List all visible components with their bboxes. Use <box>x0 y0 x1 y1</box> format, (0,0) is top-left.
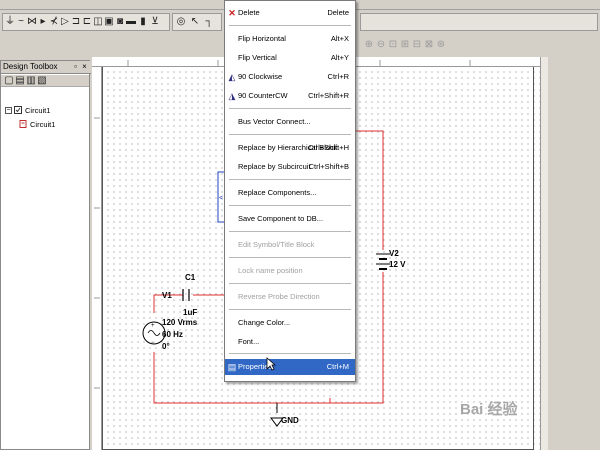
source-tool-icon[interactable]: ~ <box>16 17 26 27</box>
menu-separator <box>229 25 351 26</box>
menu-separator <box>229 231 351 232</box>
menu-separator <box>229 353 351 354</box>
instruments-toolbar-group <box>360 13 598 31</box>
menu-item-delete[interactable]: ✕ Delete Delete <box>225 5 355 21</box>
toolbox-buttons: ▢ ▤ ▥ ▧ <box>1 75 89 87</box>
design-toolbox-title: Design Toolbox <box>3 62 58 71</box>
menu-item-lock-name-position: Lock name position <box>238 266 303 275</box>
ground-tool-icon[interactable]: ⏚ <box>5 17 15 27</box>
rotate-cw-icon: ◭ <box>228 72 236 82</box>
new-icon[interactable]: ▢ <box>4 76 14 86</box>
menu-item-bus-vector-connect[interactable]: Bus Vector Connect... <box>225 114 355 130</box>
menu-item-flip-horizontal[interactable]: Flip Horizontal Alt+X <box>225 31 355 47</box>
menu-separator <box>229 283 351 284</box>
menu-separator <box>229 257 351 258</box>
zoom-fit-icon[interactable]: ⊞ <box>400 40 410 50</box>
tree-root-label: Circuit1 <box>25 106 51 115</box>
circuit-file-icon <box>14 106 22 114</box>
menu-separator <box>229 205 351 206</box>
vertical-scrollbar-area <box>540 57 600 450</box>
menu-item-font[interactable]: Font... <box>225 334 355 350</box>
context-menu: ✕ Delete Delete Flip Horizontal Alt+X Fl… <box>224 0 356 382</box>
rotate-ccw-icon: ◮ <box>228 91 236 101</box>
sheet-icon <box>19 120 27 128</box>
misc-tool-icon[interactable]: ▮ <box>138 17 148 27</box>
vertical-ruler <box>92 67 102 450</box>
zoom-area-icon[interactable]: ⊡ <box>388 40 398 50</box>
zoom-in-icon[interactable]: ⊕ <box>364 40 374 50</box>
wire-tool-icon[interactable]: ┐ <box>204 17 214 27</box>
align-icon[interactable]: ⊠ <box>424 40 434 50</box>
indicator-tool-icon[interactable]: ◙ <box>115 17 125 27</box>
secondary-toolbar: ⊕ ⊖ ⊡ ⊞ ⊟ ⊠ ⊛ <box>360 34 600 56</box>
collapse-icon[interactable]: − <box>5 107 12 114</box>
menu-item-change-color[interactable]: Change Color... <box>225 315 355 331</box>
menu-separator <box>229 179 351 180</box>
menu-item-properties[interactable]: ▤ Properties Ctrl+M <box>225 359 355 375</box>
menu-item-replace-subcircuit[interactable]: Replace by Subcircuit Ctrl+Shift+B <box>225 159 355 175</box>
analog-tool-icon[interactable]: ▷ <box>60 17 70 27</box>
menu-item-replace-components[interactable]: Replace Components... <box>225 185 355 201</box>
misc-digital-tool-icon[interactable]: ◫ <box>93 17 103 27</box>
grid-icon[interactable]: ⊟ <box>412 40 422 50</box>
transistor-tool-icon[interactable]: ⊀ <box>49 17 59 27</box>
menu-item-save-component[interactable]: Save Component to DB... <box>225 211 355 227</box>
open-icon[interactable]: ▤ <box>15 76 25 86</box>
menu-item-flip-vertical[interactable]: Flip Vertical Alt+Y <box>225 50 355 66</box>
diode-tool-icon[interactable]: ▸ <box>38 17 48 27</box>
ttl-tool-icon[interactable]: ⊐ <box>71 17 81 27</box>
mouse-cursor-icon <box>266 357 276 371</box>
pin-icon[interactable]: ▫ <box>71 62 80 72</box>
delete-x-icon: ✕ <box>228 8 236 18</box>
vertical-scrollbar[interactable] <box>540 57 548 450</box>
menu-item-rotate-clockwise[interactable]: ◭ 90 Clockwise Ctrl+R <box>225 69 355 85</box>
watermark: Bai 经验 <box>460 401 518 418</box>
group-icon[interactable]: ⊛ <box>436 40 446 50</box>
probe-tool-icon[interactable]: ◎ <box>176 17 186 27</box>
menu-item-edit-symbol: Edit Symbol/Title Block <box>238 240 315 249</box>
properties-icon: ▤ <box>227 362 237 372</box>
power-tool-icon[interactable]: ▬ <box>126 17 136 27</box>
tree-child-label: Circuit1 <box>30 120 56 129</box>
menu-item-replace-hierarchical-block[interactable]: Replace by Hierarchical Block Ctrl+Shift… <box>225 140 355 156</box>
close-icon[interactable]: × <box>80 62 89 72</box>
design-toolbox-titlebar: Design Toolbox ▫ × <box>1 61 91 74</box>
design-toolbox: Design Toolbox ▫ × − Circuit1 Circuit1 ▢… <box>0 60 91 450</box>
mixed-tool-icon[interactable]: ▣ <box>104 17 114 27</box>
cmos-tool-icon[interactable]: ⊏ <box>82 17 92 27</box>
menu-item-reverse-probe: Reverse Probe Direction <box>238 292 320 301</box>
menu-item-rotate-counterclockwise[interactable]: ◮ 90 CounterCW Ctrl+Shift+R <box>225 88 355 104</box>
copy-icon[interactable]: ▧ <box>37 76 47 86</box>
rf-tool-icon[interactable]: ⊻ <box>150 17 160 27</box>
zoom-out-icon[interactable]: ⊖ <box>376 40 386 50</box>
menu-separator <box>229 309 351 310</box>
menu-separator <box>229 108 351 109</box>
resistor-tool-icon[interactable]: ⋈ <box>27 17 37 27</box>
save-icon[interactable]: ▥ <box>26 76 36 86</box>
menu-separator <box>229 134 351 135</box>
cursor-tool-icon[interactable]: ↖ <box>190 17 200 27</box>
